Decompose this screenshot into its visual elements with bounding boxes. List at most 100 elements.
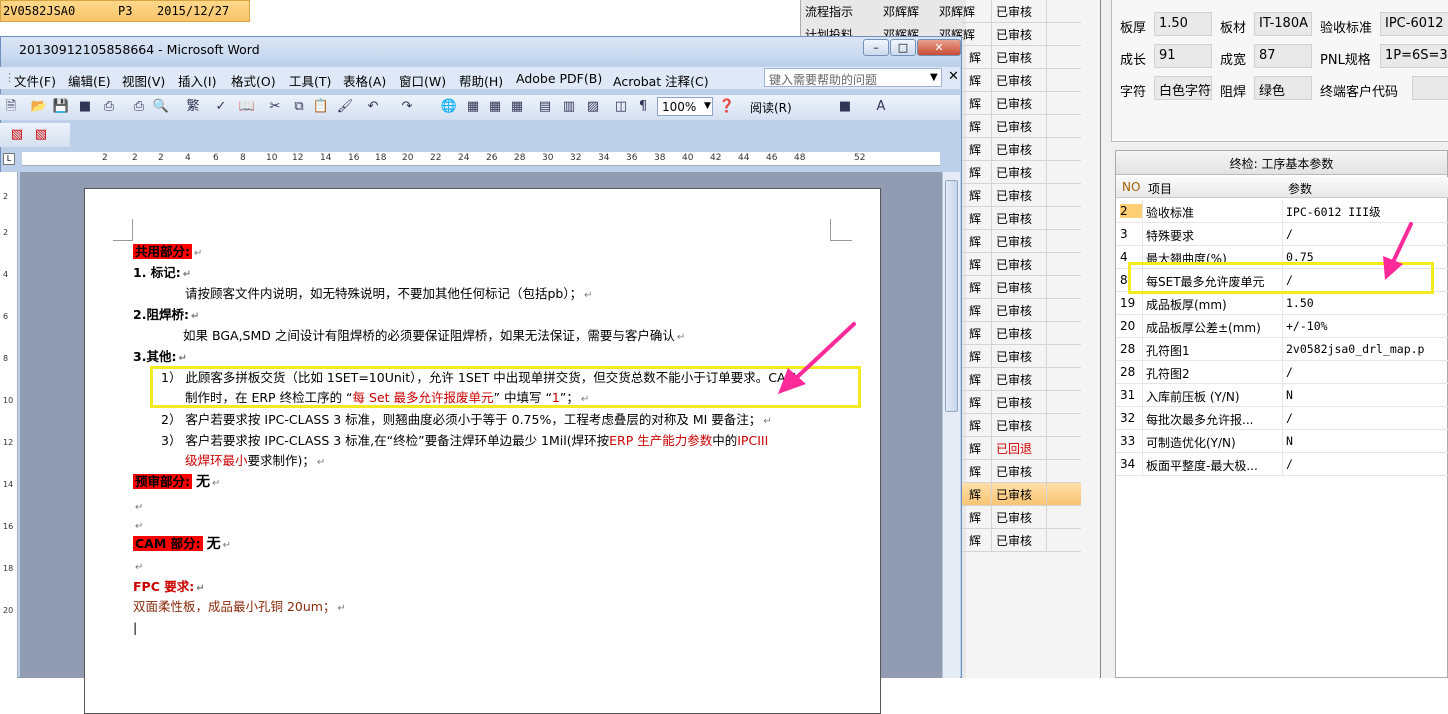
- field-thickness[interactable]: 1.50: [1154, 12, 1212, 36]
- field-pnl[interactable]: 1P=6S=3U: [1380, 44, 1448, 68]
- field-label-width: 成宽: [1220, 53, 1247, 68]
- preview-icon[interactable]: 🔍: [152, 98, 170, 116]
- pdf-convert-icon[interactable]: ▧: [8, 126, 26, 144]
- copy-icon[interactable]: ⧉: [290, 98, 308, 116]
- document-map-icon[interactable]: ▨: [584, 98, 602, 116]
- show-hide-icon[interactable]: ¶: [634, 98, 652, 116]
- param-row[interactable]: 32 每批次最多允许报... /: [1116, 407, 1448, 430]
- help-search-input[interactable]: 键入需要帮助的问题: [764, 68, 942, 87]
- scrollbar-thumb[interactable]: [945, 180, 958, 412]
- new-doc-icon[interactable]: 🗎: [2, 98, 20, 116]
- doc-map-icon[interactable]: ◫: [612, 98, 630, 116]
- zoom-dropdown-icon[interactable]: ▼: [704, 101, 711, 111]
- cut-icon[interactable]: ✂: [266, 98, 284, 116]
- grid-cell-status: 已审核: [996, 258, 1033, 272]
- ruler-number: 16: [348, 153, 360, 163]
- spelling-icon[interactable]: ✓: [212, 98, 230, 116]
- chevron-down-icon[interactable]: ▼: [930, 72, 938, 83]
- drawing-icon[interactable]: ▥: [560, 98, 578, 116]
- tables-borders-icon[interactable]: ▦: [464, 98, 482, 116]
- param-cell-val: /: [1286, 411, 1293, 425]
- field-label-standard: 验收标准: [1320, 21, 1373, 36]
- tab-selector[interactable]: L: [3, 153, 15, 165]
- insert-table-icon[interactable]: ▦: [486, 98, 504, 116]
- pdf-mail-icon[interactable]: ▧: [32, 126, 50, 144]
- grid-cell-c: 辉: [969, 281, 982, 295]
- menu-3[interactable]: 插入(I): [178, 71, 216, 90]
- document-page[interactable]: 共用部分: ↵ 1. 标记: ↵ 请按顾客文件内说明，如无特殊说明，不要加其他任何标…: [84, 188, 881, 714]
- field-standard[interactable]: IPC-6012: [1380, 12, 1448, 36]
- menu-7[interactable]: 窗口(W): [399, 71, 446, 90]
- sub2-line: 2） 客户若要求按 IPC-CLASS 3 标准，则翘曲度必须小于等于 0.75…: [161, 412, 772, 427]
- param-row[interactable]: 31 入库前压板 (Y/N) N: [1116, 384, 1448, 407]
- open-icon[interactable]: 📂: [30, 98, 48, 116]
- ruler-number: 8: [240, 153, 246, 163]
- menu-2[interactable]: 视图(V): [122, 71, 165, 90]
- param-row[interactable]: 20 成品板厚公差±(mm) +/-10%: [1116, 315, 1448, 338]
- pdf-icon[interactable]: ■: [76, 98, 94, 116]
- param-cell-val: N: [1286, 434, 1293, 448]
- param-row[interactable]: 33 可制造优化(Y/N) N: [1116, 430, 1448, 453]
- ruler-number: 36: [626, 153, 638, 163]
- grid-cell-c: 辉: [969, 166, 982, 180]
- columns-icon[interactable]: ▤: [536, 98, 554, 116]
- param-cell-val: 2v0582jsa0_drl_map.p: [1286, 342, 1425, 356]
- document-close-icon[interactable]: ✕: [948, 69, 959, 84]
- grid-cell-c: 辉: [969, 189, 982, 203]
- horizontal-ruler[interactable]: 2 2 2 4 6 8 10 12 14 16 18 20 22 24 26 28 30 32 34 36 38 40 42…: [22, 152, 940, 166]
- research-icon[interactable]: 📖: [238, 98, 256, 116]
- highlight-icon[interactable]: ■: [836, 98, 854, 116]
- field-width[interactable]: 87: [1254, 44, 1312, 68]
- param-cell-no: 28: [1120, 365, 1136, 379]
- menu-6[interactable]: 表格(A): [343, 71, 386, 90]
- menu-8[interactable]: 帮助(H): [459, 71, 503, 90]
- field-length[interactable]: 91: [1154, 44, 1212, 68]
- menu-5[interactable]: 工具(T): [289, 71, 331, 90]
- pink-arrow-doc: [778, 322, 856, 394]
- grid-cell-status: 已审核: [996, 281, 1033, 295]
- param-row[interactable]: 19 成品板厚(mm) 1.50: [1116, 292, 1448, 315]
- order-p: P3: [118, 4, 133, 18]
- vruler-number: 4: [3, 270, 9, 279]
- menu-0[interactable]: 文件(F): [14, 71, 56, 90]
- field-customer-code[interactable]: [1412, 76, 1448, 100]
- order-row-strip[interactable]: 2V0582JSA0 P3 2015/12/27: [0, 0, 250, 22]
- menu-1[interactable]: 编辑(E): [68, 71, 111, 90]
- ruler-number: 6: [213, 153, 219, 163]
- param-row[interactable]: 28 孔符图2 /: [1116, 361, 1448, 384]
- param-cell-no: 34: [1120, 457, 1136, 471]
- minimize-button[interactable]: –: [863, 39, 889, 56]
- doc-highlight-box: [150, 366, 861, 408]
- param-row[interactable]: 28 孔符图1 2v0582jsa0_drl_map.p: [1116, 338, 1448, 361]
- redo-icon[interactable]: ↷: [398, 98, 416, 116]
- ruler-number: 34: [598, 153, 610, 163]
- param-row[interactable]: 34 板面平整度-最大极... /: [1116, 453, 1448, 476]
- format-painter-icon[interactable]: 🖌: [336, 98, 354, 116]
- help-icon[interactable]: ❓: [718, 98, 736, 116]
- undo-icon[interactable]: ↶: [364, 98, 382, 116]
- read-button[interactable]: 阅读(R): [750, 99, 792, 116]
- field-material[interactable]: IT-180A: [1254, 12, 1312, 36]
- menu-4[interactable]: 格式(O): [231, 71, 276, 90]
- font-color-icon[interactable]: A: [872, 98, 890, 116]
- menu-10[interactable]: Acrobat 注释(C): [613, 71, 709, 90]
- vertical-scrollbar[interactable]: [942, 172, 960, 678]
- print-icon[interactable]: ⎙: [100, 98, 118, 116]
- traditional-chinese-icon[interactable]: 繁: [180, 98, 206, 116]
- maximize-button[interactable]: □: [890, 39, 916, 56]
- word-titlebar[interactable]: 20130912105858664 - Microsoft Word – □ ✕: [1, 37, 961, 61]
- print-preview-icon[interactable]: ⎙: [130, 98, 148, 116]
- insert-excel-icon[interactable]: ▦: [508, 98, 526, 116]
- save-icon[interactable]: 💾: [52, 98, 70, 116]
- paste-icon[interactable]: 📋: [312, 98, 330, 116]
- menu-9[interactable]: Adobe PDF(B): [516, 71, 602, 86]
- close-button[interactable]: ✕: [917, 39, 961, 56]
- grid-row[interactable]: 流程指示 邓辉辉 邓辉辉 已审核: [801, 0, 1081, 23]
- field-soldermask[interactable]: 绿色: [1254, 76, 1312, 100]
- pdf-toolbar: ▧ ▧: [0, 123, 70, 147]
- vertical-ruler[interactable]: 2 2 4 6 8 10 12 14 16 18 20: [0, 172, 18, 678]
- param-cell-no: 2: [1120, 204, 1142, 218]
- param-cell-item: 板面平整度-最大极...: [1146, 459, 1258, 473]
- hyperlink-icon[interactable]: 🌐: [440, 98, 458, 116]
- field-legend[interactable]: 白色字符: [1154, 76, 1212, 100]
